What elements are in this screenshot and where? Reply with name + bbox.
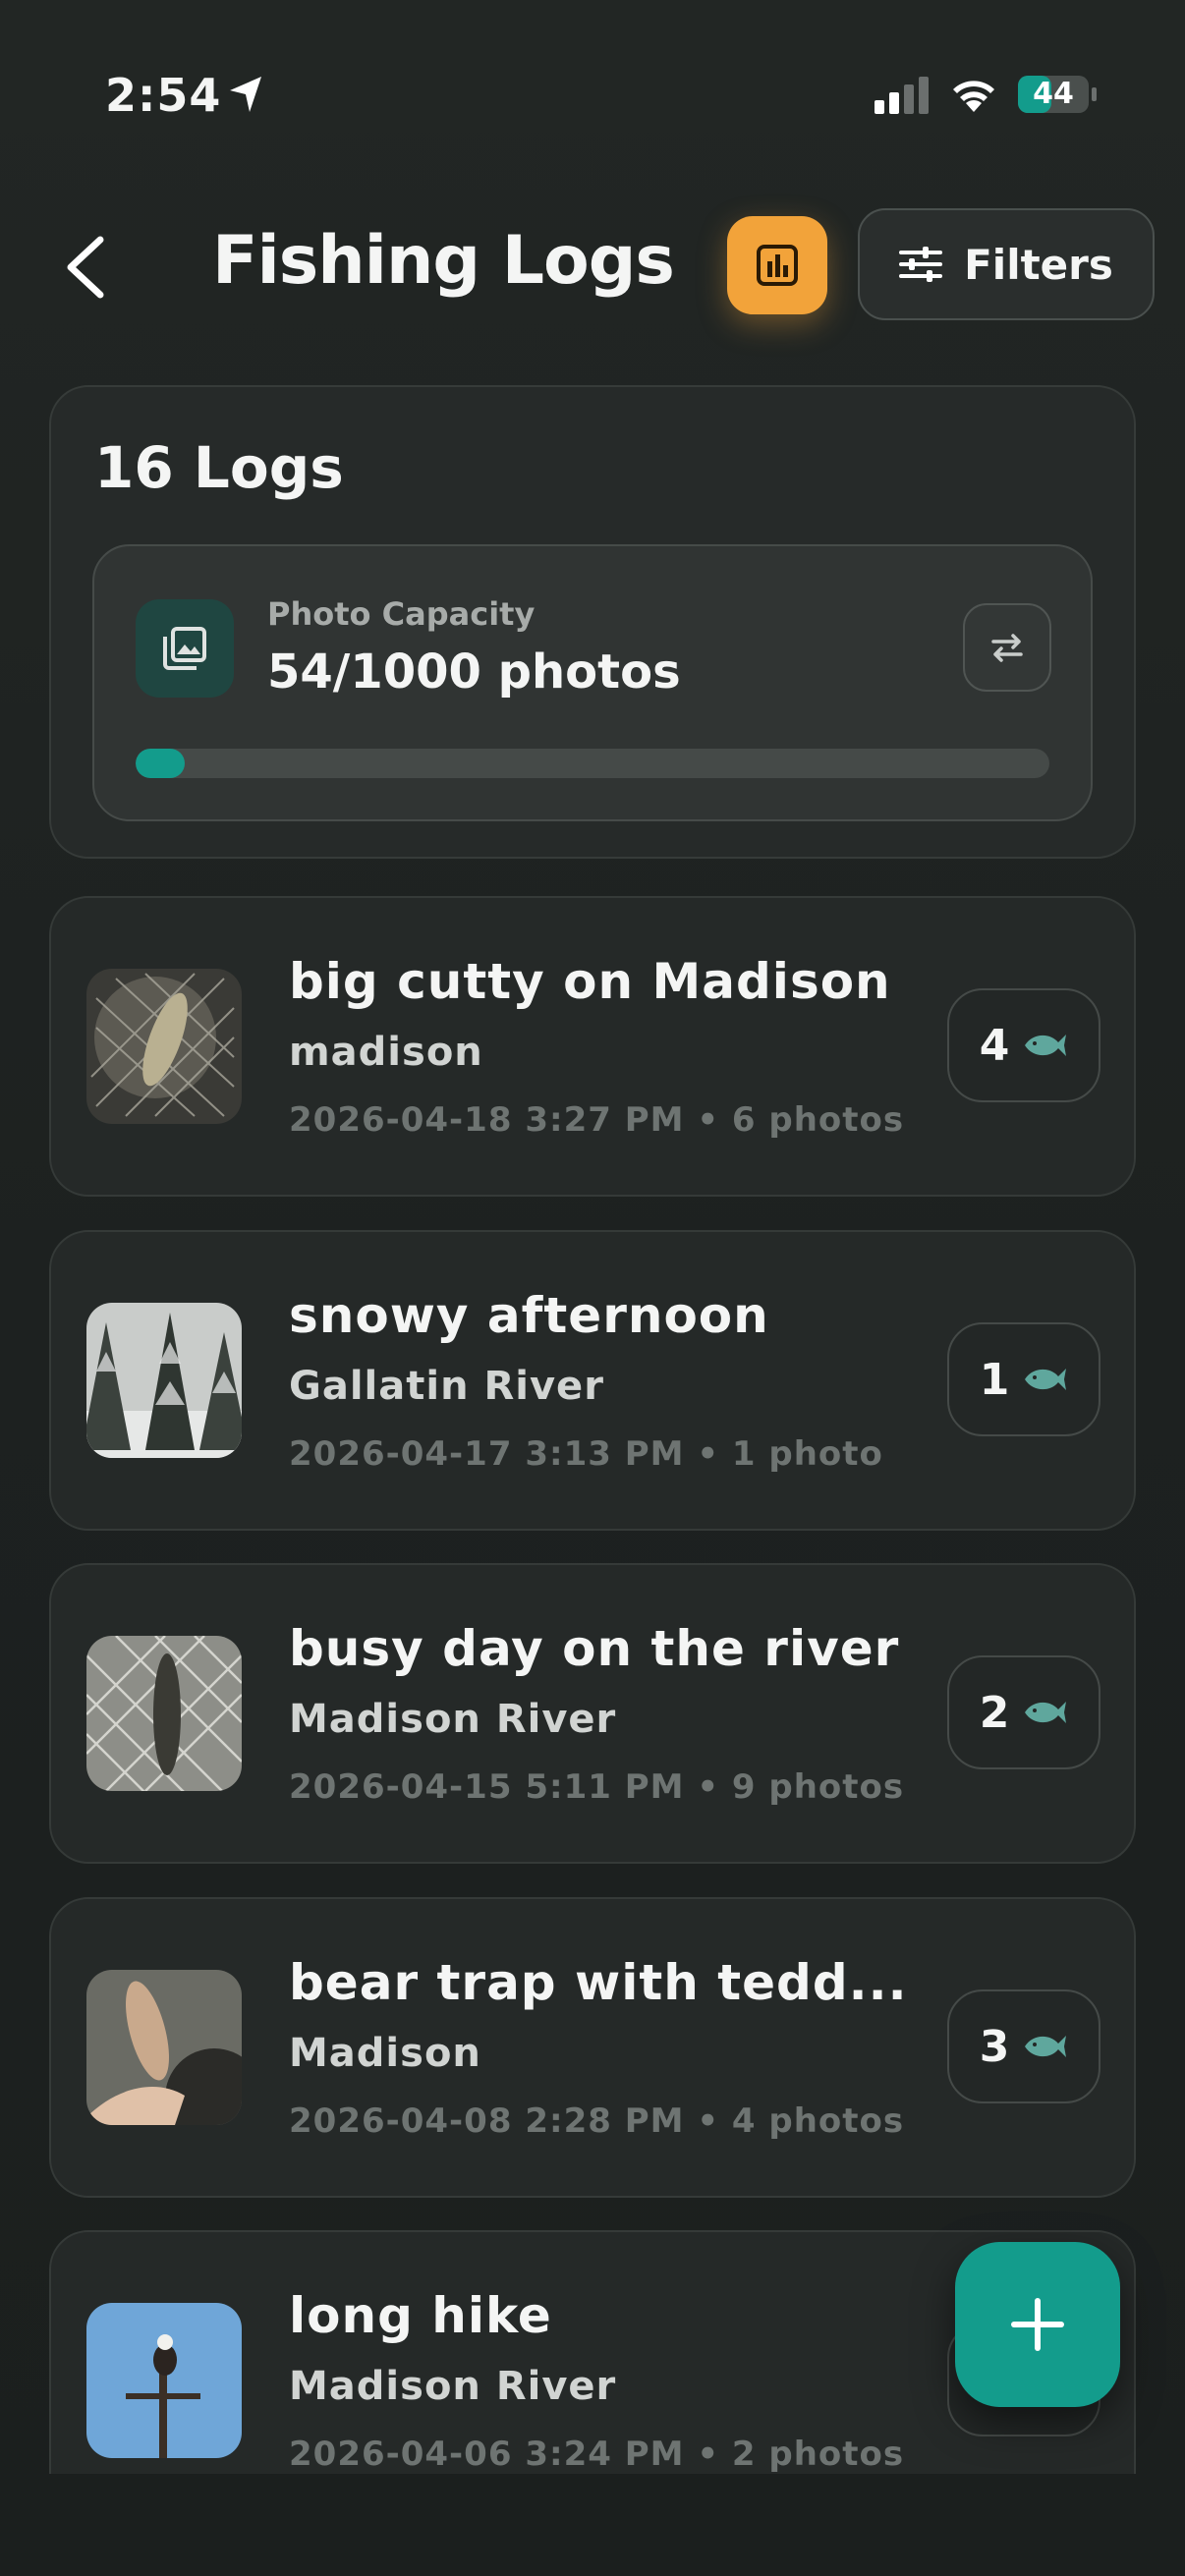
filters-label: Filters	[964, 240, 1113, 289]
log-title: busy day on the river	[289, 1620, 900, 1677]
fish-count-badge: 1	[947, 1322, 1100, 1436]
log-location: Gallatin River	[289, 1364, 604, 1409]
page-title: Fishing Logs	[212, 222, 675, 300]
fish-icon	[1025, 1369, 1067, 1390]
fish-in-hand-photo	[86, 1970, 242, 2125]
log-location: Madison River	[289, 2364, 617, 2409]
fish-icon	[1025, 2036, 1067, 2057]
stats-button[interactable]	[727, 216, 827, 314]
log-meta: 2026-04-08 2:28 PM • 4 photos	[289, 2101, 905, 2141]
log-location: madison	[289, 1030, 483, 1075]
eagle-on-pole-photo	[86, 2303, 242, 2458]
summary-card: 16 Logs Photo Capacity 54/1000 photos	[49, 385, 1136, 859]
fish-count-badge: 3	[947, 1989, 1100, 2103]
fish-icon	[1025, 1702, 1067, 1723]
log-meta: 2026-04-18 3:27 PM • 6 photos	[289, 1100, 905, 1140]
fish-icon	[1025, 1035, 1067, 1056]
swap-button[interactable]	[963, 603, 1051, 692]
fish-net-photo	[86, 1636, 242, 1791]
wifi-icon	[953, 81, 994, 112]
photo-capacity-panel: Photo Capacity 54/1000 photos	[92, 544, 1093, 821]
swap-arrows-icon	[991, 634, 1023, 662]
add-log-button[interactable]	[955, 2242, 1120, 2407]
fish-count: 4	[979, 1020, 1010, 1071]
log-location: Madison	[289, 2031, 481, 2076]
battery-level: 44	[1033, 77, 1074, 111]
log-card[interactable]: snowy afternoon Gallatin River 2026-04-1…	[49, 1230, 1136, 1531]
photo-capacity-progress	[136, 749, 1049, 778]
status-bar: 2:54 44	[0, 0, 1185, 196]
photo-capacity-progress-fill	[136, 749, 186, 778]
bar-chart-icon	[757, 245, 798, 286]
log-card[interactable]: big cutty on Madison madison 2026-04-18 …	[49, 896, 1136, 1197]
fish-count: 2	[979, 1687, 1010, 1738]
log-title: bear trap with tedd...	[289, 1954, 908, 2011]
battery-icon: 44	[1017, 75, 1098, 118]
log-thumbnail	[86, 1970, 242, 2125]
fish-count: 3	[979, 2021, 1010, 2072]
photo-capacity-value: 54/1000 photos	[267, 644, 681, 700]
back-chevron-icon[interactable]	[59, 228, 118, 307]
log-title: long hike	[289, 2287, 552, 2344]
filters-button[interactable]: Filters	[858, 208, 1155, 320]
fish-count-badge: 4	[947, 988, 1100, 1102]
photo-library-shape	[163, 627, 206, 670]
log-card[interactable]: bear trap with tedd... Madison 2026-04-0…	[49, 1897, 1136, 2198]
location-arrow-icon	[230, 77, 261, 112]
photo-capacity-label: Photo Capacity	[267, 595, 536, 633]
sliders-icon	[899, 247, 943, 282]
log-location: Madison River	[289, 1697, 617, 1742]
fish-count: 1	[979, 1354, 1010, 1405]
log-thumbnail	[86, 1636, 242, 1791]
fish-count-badge: 2	[947, 1655, 1100, 1769]
fish-net-photo	[86, 969, 242, 1124]
status-time: 2:54	[105, 69, 222, 122]
log-thumbnail	[86, 2303, 242, 2458]
plus-icon	[1011, 2298, 1064, 2351]
snowy-trees-photo	[86, 1303, 242, 1458]
log-thumbnail	[86, 1303, 242, 1458]
log-meta: 2026-04-06 3:24 PM • 2 photos	[289, 2435, 905, 2474]
log-card[interactable]: busy day on the river Madison River 2026…	[49, 1563, 1136, 1864]
log-thumbnail	[86, 969, 242, 1124]
log-title: big cutty on Madison	[289, 953, 891, 1010]
log-title: snowy afternoon	[289, 1287, 769, 1344]
cellular-signal-icon	[875, 77, 929, 114]
log-meta: 2026-04-17 3:13 PM • 1 photo	[289, 1434, 883, 1474]
photo-library-icon	[136, 599, 234, 698]
logs-count: 16 Logs	[94, 434, 344, 501]
log-meta: 2026-04-15 5:11 PM • 9 photos	[289, 1767, 905, 1807]
bottom-safe-area	[0, 2474, 1185, 2576]
